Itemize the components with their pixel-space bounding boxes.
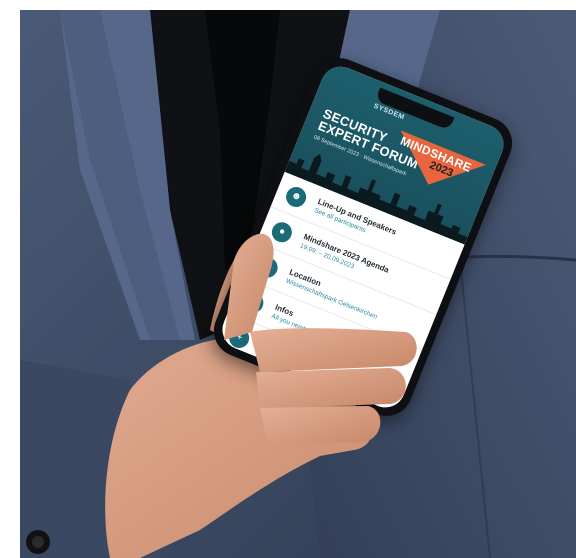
info-icon: i bbox=[240, 289, 267, 316]
plus-icon: + bbox=[226, 324, 253, 351]
people-icon: ☻ bbox=[283, 183, 310, 210]
location-icon: ⚲ bbox=[254, 254, 281, 281]
calendar-icon: ● bbox=[269, 218, 296, 245]
photo-background: SYSDEM SECURITY EXPERT FORUM 08 Septembe… bbox=[20, 10, 576, 558]
